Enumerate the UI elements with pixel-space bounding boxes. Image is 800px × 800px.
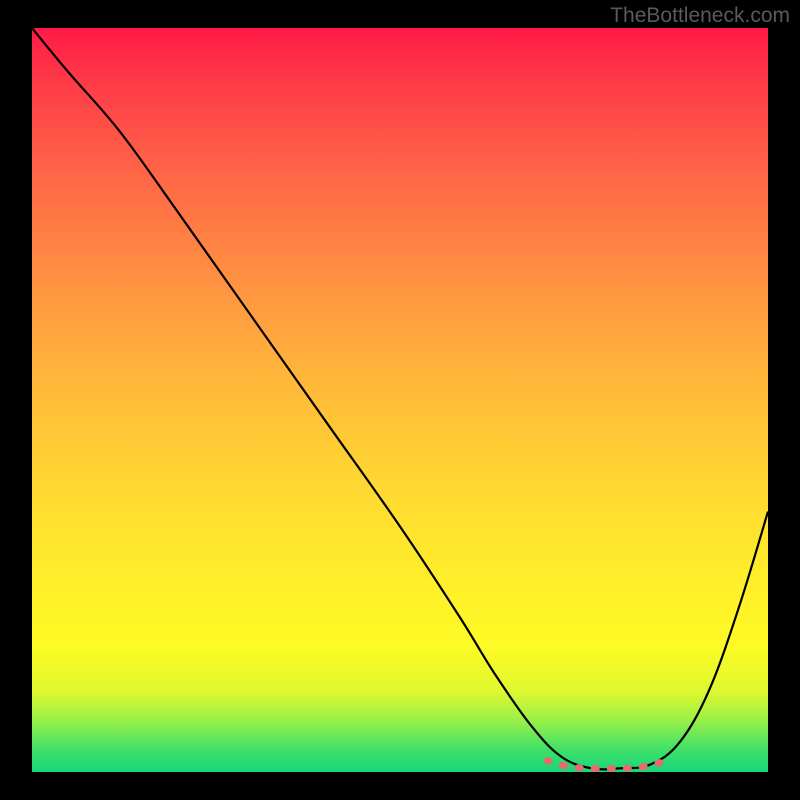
chart-plot-area [32,28,768,772]
bottleneck-curve-line [32,28,768,769]
chart-svg [32,28,768,772]
watermark-text: TheBottleneck.com [610,4,790,28]
